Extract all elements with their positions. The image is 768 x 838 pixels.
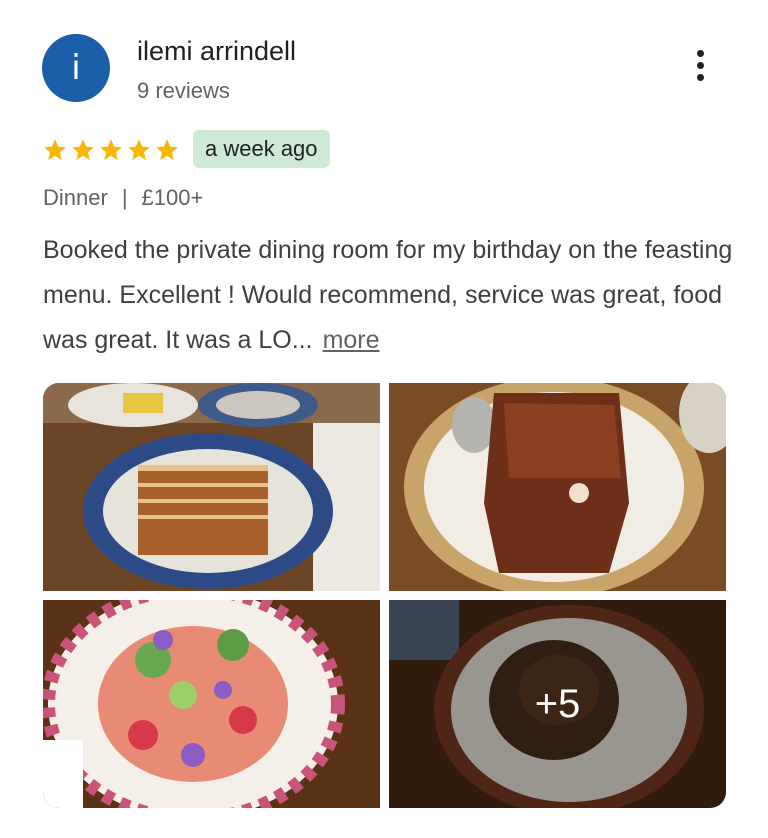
food-photo[interactable]: [43, 383, 380, 591]
star-icon: [154, 137, 180, 163]
star-rating: [42, 137, 180, 163]
time-ago-badge: a week ago: [193, 130, 330, 168]
review-meta: Dinner | £100+: [43, 185, 203, 211]
reviewer-name[interactable]: ilemi arrindell: [137, 36, 296, 67]
avatar[interactable]: i: [42, 34, 110, 102]
more-photos-count[interactable]: +5: [389, 600, 726, 808]
food-photo[interactable]: [43, 600, 380, 808]
more-vertical-icon[interactable]: [688, 50, 712, 90]
more-link[interactable]: more: [323, 326, 380, 354]
price-range: £100+: [141, 185, 204, 210]
food-photo[interactable]: +5: [389, 600, 726, 808]
review-body: Booked the private dining room for my bi…: [43, 236, 733, 354]
review-text: Booked the private dining room for my bi…: [43, 228, 743, 363]
meal-type: Dinner: [43, 185, 108, 210]
star-icon: [70, 137, 96, 163]
separator: |: [121, 185, 128, 210]
photo-grid: +5: [43, 383, 726, 809]
food-photo[interactable]: [389, 383, 726, 591]
review-count: 9 reviews: [137, 78, 230, 103]
star-icon: [126, 137, 152, 163]
star-icon: [42, 137, 68, 163]
star-icon: [98, 137, 124, 163]
